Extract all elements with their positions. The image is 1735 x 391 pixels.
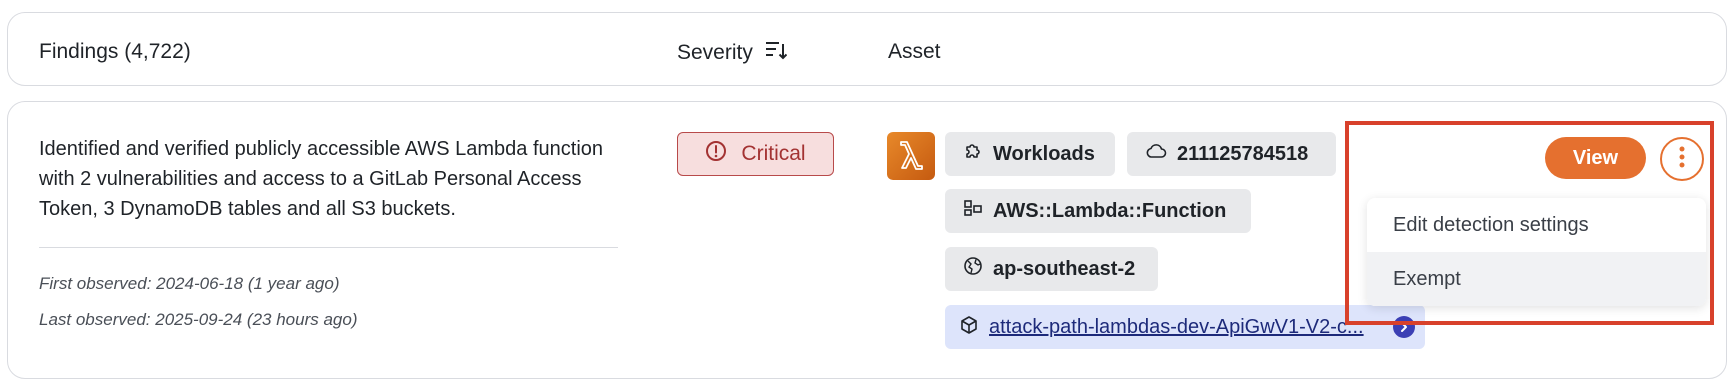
resource-type-tag[interactable]: AWS::Lambda::Function (945, 189, 1251, 233)
asset-header: Asset (888, 40, 941, 63)
finding-row[interactable]: Identified and verified publicly accessi… (7, 101, 1727, 379)
menu-item-exempt[interactable]: Exempt (1367, 252, 1706, 306)
resource-name-link[interactable]: attack-path-lambdas-dev-ApiGwV1-V2-c... (989, 316, 1383, 339)
globe-icon (963, 256, 983, 282)
asset-category-label: Workloads (993, 142, 1095, 165)
divider (39, 247, 618, 248)
last-observed: Last observed: 2025-09-24 (23 hours ago) (39, 310, 358, 329)
cube-icon (959, 315, 979, 340)
puzzle-icon (963, 141, 983, 167)
more-vertical-icon (1678, 145, 1686, 174)
severity-header-label: Severity (677, 41, 753, 64)
first-observed: First observed: 2024-06-18 (1 year ago) (39, 274, 340, 293)
more-options-button[interactable] (1660, 137, 1704, 181)
severity-label: Critical (741, 142, 806, 165)
menu-item-edit-detection-settings[interactable]: Edit detection settings (1367, 198, 1706, 252)
region-tag[interactable]: ap-southeast-2 (945, 247, 1158, 291)
arrow-right-icon[interactable] (1393, 316, 1415, 338)
account-id-label: 211125784518 (1177, 142, 1309, 165)
resource-link-tag[interactable]: attack-path-lambdas-dev-ApiGwV1-V2-c... (945, 305, 1425, 349)
cloud-icon (1145, 142, 1167, 166)
resource-type-label: AWS::Lambda::Function (993, 199, 1227, 222)
account-id-tag[interactable]: 211125784518 (1127, 132, 1336, 176)
findings-table-header: Findings (4,722) Severity Asset (7, 12, 1727, 86)
severity-sort-header[interactable]: Severity (677, 40, 788, 66)
region-label: ap-southeast-2 (993, 257, 1136, 280)
resource-type-icon (963, 198, 983, 224)
sort-descending-icon[interactable] (765, 40, 788, 66)
alert-circle-icon (705, 140, 727, 168)
severity-badge: Critical (677, 132, 834, 176)
finding-description: Identified and verified publicly accessi… (39, 138, 604, 220)
aws-lambda-icon (887, 132, 935, 180)
asset-category-tag[interactable]: Workloads (945, 132, 1115, 176)
actions-dropdown-menu: Edit detection settings Exempt (1367, 198, 1706, 306)
view-button[interactable]: View (1545, 137, 1646, 179)
findings-count-header: Findings (4,722) (39, 40, 191, 63)
